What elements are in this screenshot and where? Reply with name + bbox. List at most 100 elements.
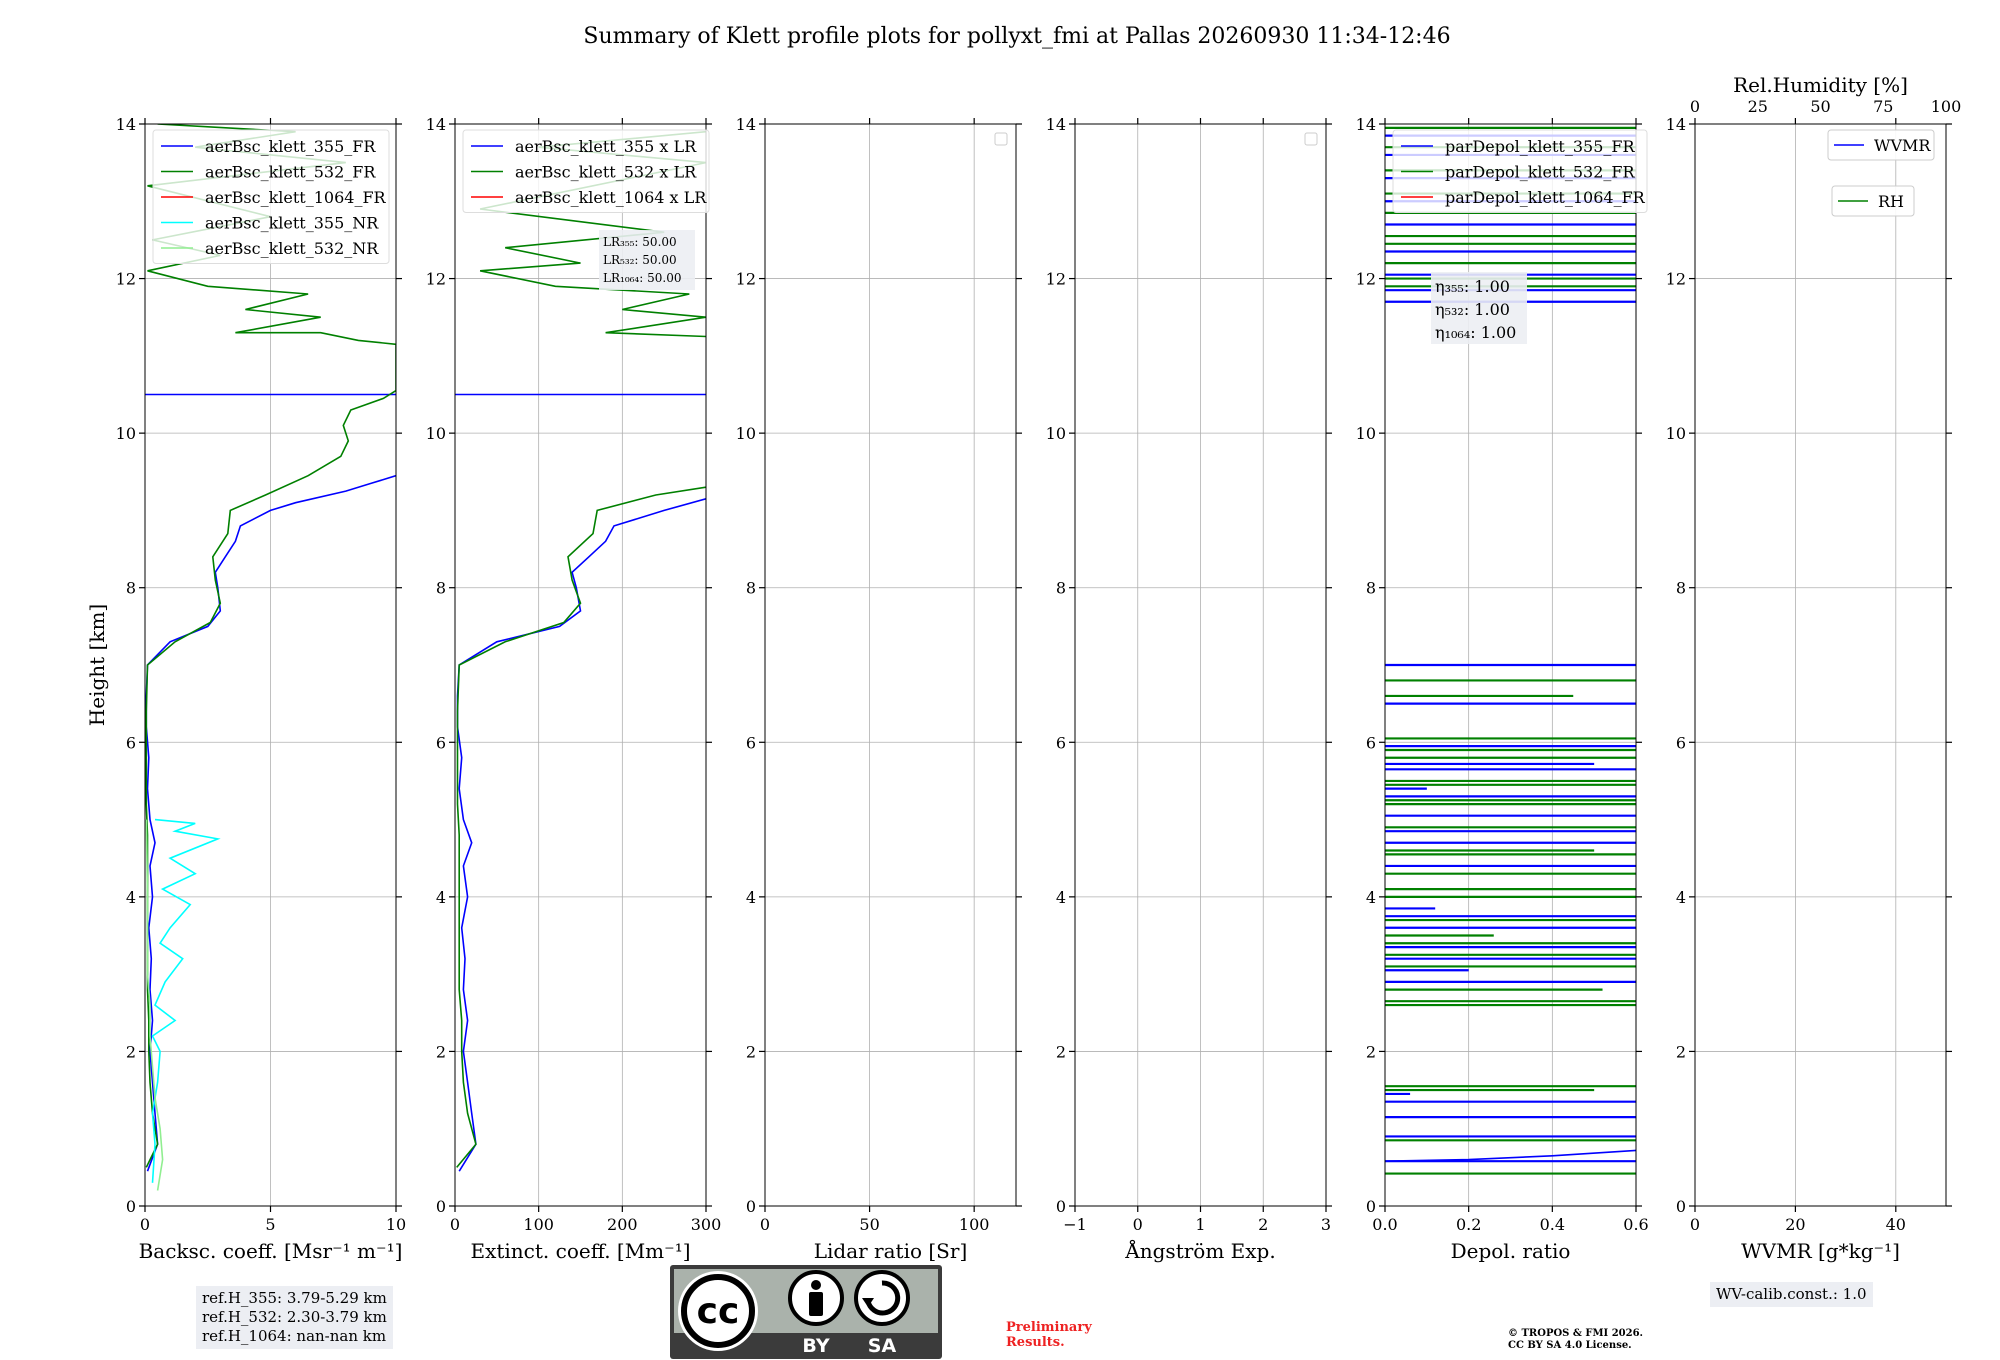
top-xtick-label: 25 xyxy=(1748,97,1768,116)
ytick-label: 6 xyxy=(436,733,446,752)
ytick-label: 4 xyxy=(1056,888,1066,907)
eta-annotation: η₅₃₂: 1.00 xyxy=(1435,300,1510,319)
xtick-label: 5 xyxy=(265,1215,275,1234)
xtick-label: 100 xyxy=(523,1215,554,1234)
top-xtick-label: 50 xyxy=(1810,97,1830,116)
cc-logo-text: cc xyxy=(697,1291,740,1332)
y-axis-label: Height [km] xyxy=(85,604,109,726)
series-line xyxy=(145,474,396,1172)
xtick-label: −1 xyxy=(1063,1215,1087,1234)
top-xtick-label: 100 xyxy=(1931,97,1962,116)
ytick-label: 4 xyxy=(126,888,136,907)
ytick-label: 2 xyxy=(1676,1042,1686,1061)
xtick-label: 20 xyxy=(1785,1215,1805,1234)
ytick-label: 14 xyxy=(116,115,136,134)
ytick-label: 12 xyxy=(116,270,136,289)
axes-frame xyxy=(764,123,1017,1207)
ytick-label: 2 xyxy=(746,1042,756,1061)
refh-1064: ref.H_1064: nan-nan km xyxy=(202,1327,387,1345)
ytick-label: 8 xyxy=(1676,579,1686,598)
x-axis-label: WVMR [g*kg⁻¹] xyxy=(1741,1239,1900,1263)
cc-by-label: BY xyxy=(802,1335,829,1357)
wv-calib-box: WV-calib.const.: 1.0 xyxy=(1710,1282,1873,1307)
lr-annotation: LR₅₃₂: 50.00 xyxy=(603,253,677,267)
ytick-label: 8 xyxy=(1366,579,1376,598)
lr-annotation: LR₃₅₅: 50.00 xyxy=(603,235,677,249)
axes-frame xyxy=(1694,123,1947,1207)
xtick-label: 0 xyxy=(1690,1215,1700,1234)
xtick-label: 40 xyxy=(1886,1215,1906,1234)
preliminary-note: Preliminary Results. xyxy=(1006,1320,1092,1350)
ytick-label: 4 xyxy=(1366,888,1376,907)
ytick-label: 14 xyxy=(1046,115,1066,134)
series-line xyxy=(456,486,706,1168)
top-xtick-label: 75 xyxy=(1873,97,1893,116)
top-xtick-label: 0 xyxy=(1690,97,1700,116)
ytick-label: 0 xyxy=(746,1197,756,1216)
panel-lr: 0 2 4 6 8 10 12 14 0 50 100 Lidar ratio [Sr] xyxy=(736,115,1022,1263)
legend-label: aerBsc_klett_355_FR xyxy=(205,137,376,156)
xtick-label: 0 xyxy=(760,1215,770,1234)
legend-label: parDepol_klett_1064_FR xyxy=(1445,188,1646,207)
ytick-label: 4 xyxy=(746,888,756,907)
legend-label: aerBsc_klett_1064 x LR xyxy=(515,188,707,207)
preliminary-line-2: Results. xyxy=(1006,1335,1065,1350)
ytick-label: 0 xyxy=(126,1197,136,1216)
legend-label: aerBsc_klett_532_NR xyxy=(205,239,379,258)
ytick-label: 12 xyxy=(1356,270,1376,289)
copyright-line-2: CC BY SA 4.0 License. xyxy=(1508,1340,1632,1351)
xtick-label: 200 xyxy=(607,1215,638,1234)
ytick-label: 8 xyxy=(126,579,136,598)
legend-label: parDepol_klett_532_FR xyxy=(1445,163,1636,182)
x-axis-label: Depol. ratio xyxy=(1451,1239,1571,1263)
x-axis-label: Lidar ratio [Sr] xyxy=(814,1239,968,1263)
legend-label: RH xyxy=(1878,192,1904,211)
figure: Summary of Klett profile plots for polly… xyxy=(85,24,1961,1359)
ytick-label: 4 xyxy=(1676,888,1686,907)
ytick-label: 12 xyxy=(1666,270,1686,289)
ytick-label: 2 xyxy=(1366,1042,1376,1061)
panels: 0 2 4 6 8 10 12 14 0 5 10 Backsc. coeff. [Msr⁻¹ m⁻¹… xyxy=(85,73,1961,1263)
ytick-label: 8 xyxy=(746,579,756,598)
xtick-label: 0.2 xyxy=(1456,1215,1481,1234)
xtick-label: 0.6 xyxy=(1623,1215,1648,1234)
ytick-label: 10 xyxy=(426,424,446,443)
ytick-label: 10 xyxy=(1666,424,1686,443)
x-axis-label: Backsc. coeff. [Msr⁻¹ m⁻¹] xyxy=(139,1239,403,1263)
legend-label: aerBsc_klett_1064_FR xyxy=(205,188,387,207)
ytick-label: 0 xyxy=(1366,1197,1376,1216)
ytick-label: 6 xyxy=(126,733,136,752)
series-line xyxy=(151,818,221,1183)
ytick-label: 2 xyxy=(1056,1042,1066,1061)
xtick-label: 100 xyxy=(959,1215,990,1234)
x-axis-label: Extinct. coeff. [Mm⁻¹] xyxy=(470,1239,690,1263)
panel-wv: 024681012140 20 40WVMR [g*kg⁻¹]0 25 50 75 100R… xyxy=(1666,73,1962,1263)
ytick-label: 6 xyxy=(746,733,756,752)
xtick-label: 0 xyxy=(450,1215,460,1234)
preliminary-line-1: Preliminary xyxy=(1006,1320,1092,1335)
copyright-note: © TROPOS & FMI 2026. CC BY SA 4.0 Licens… xyxy=(1508,1328,1643,1352)
x-axis-label: Ångström Exp. xyxy=(1124,1238,1275,1263)
ytick-label: 2 xyxy=(126,1042,136,1061)
ytick-label: 6 xyxy=(1366,733,1376,752)
eta-annotation: η₃₅₅: 1.00 xyxy=(1435,277,1510,296)
panel-ext: 0 2 4 6 8 10 12 14 0 100 200 300Extinct. coeff. [Mm… xyxy=(426,115,722,1263)
lr-annotation: LR₁₀₆₄: 50.00 xyxy=(603,271,681,285)
ytick-label: 10 xyxy=(1356,424,1376,443)
empty-legend-box xyxy=(1304,132,1318,146)
ytick-label: 12 xyxy=(736,270,756,289)
ytick-label: 2 xyxy=(436,1042,446,1061)
legend-label: aerBsc_klett_355_NR xyxy=(205,214,379,233)
xtick-label: 50 xyxy=(859,1215,879,1234)
ytick-label: 10 xyxy=(1046,424,1066,443)
xtick-label: 0.4 xyxy=(1540,1215,1565,1234)
cc-sa-label: SA xyxy=(868,1335,897,1357)
ytick-label: 10 xyxy=(736,424,756,443)
ytick-label: 6 xyxy=(1676,733,1686,752)
top-axis-label: Rel.Humidity [%] xyxy=(1733,73,1908,97)
panel-bsc: 0 2 4 6 8 10 12 14 0 5 10 Backsc. coeff. [Msr⁻¹ m⁻¹… xyxy=(85,115,406,1263)
series-line xyxy=(456,498,706,1172)
panel-dep: 0 2 4 6 8 10 12 14 0.0 0.2 0.4 0.6 Depol. ratio parDe… xyxy=(1356,115,1649,1263)
ytick-label: 14 xyxy=(426,115,446,134)
xtick-label: 300 xyxy=(691,1215,722,1234)
